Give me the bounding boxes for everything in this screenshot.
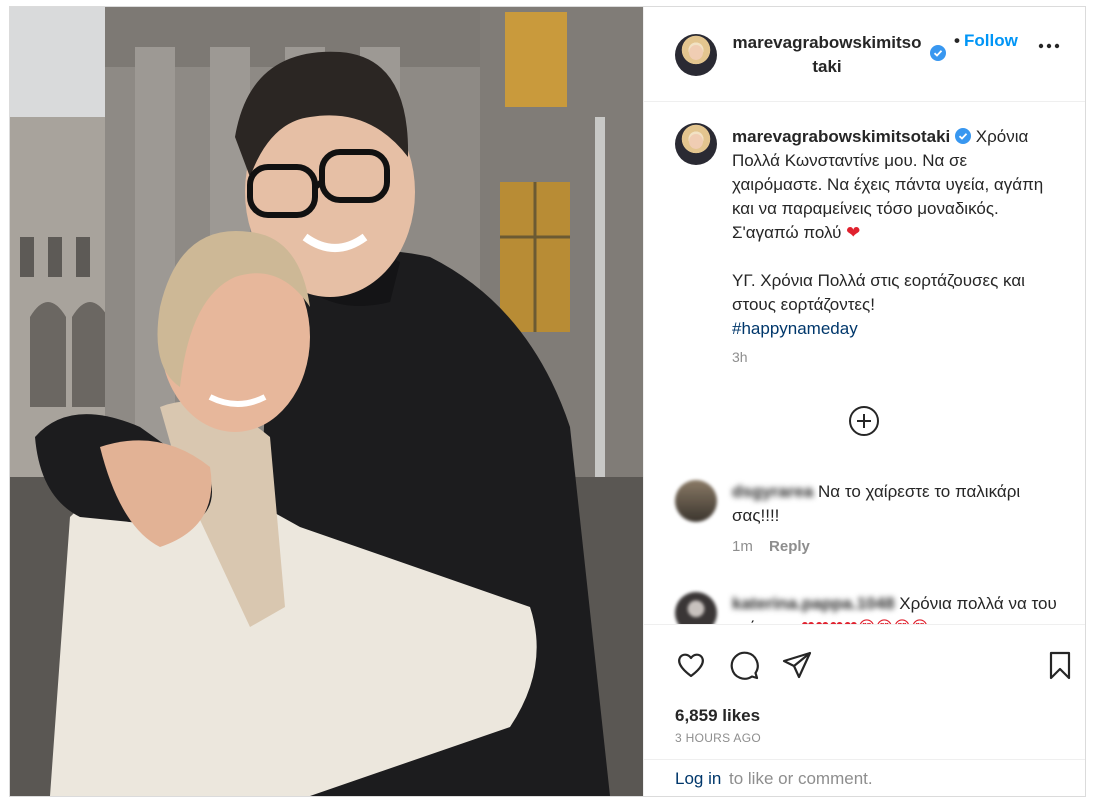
more-options-icon[interactable] [1036,33,1062,59]
author-username[interactable]: marevagrabowskimitsotaki [732,31,922,79]
comment-body: dsgyrarea Να το χαίρεστε το παλικάρι σας… [732,480,1062,528]
commenter-username[interactable]: katerina.pappa.1048 [732,594,895,613]
comment-icon[interactable] [728,649,760,681]
likes-count[interactable]: 6,859 likes [675,706,760,726]
caption-time: 3h [732,349,748,365]
post-photo-illustration [10,7,643,796]
post-actions: 6,859 likes 3 HOURS AGO Log in to like o… [644,624,1085,796]
heart-icon[interactable] [675,649,707,681]
heart-emoji: ❤ [846,223,861,242]
author-avatar[interactable] [675,34,717,76]
login-prompt-text: to like or comment. [729,769,873,788]
post-caption: marevagrabowskimitsotaki Χρόνια Πολλά Κω… [732,125,1062,367]
caption-ps: ΥΓ. Χρόνια Πολλά στις εορτάζουσες και στ… [732,271,1025,314]
caption-username[interactable]: marevagrabowskimitsotaki [732,127,950,146]
post-header: marevagrabowskimitsotaki • Follow [644,7,1085,102]
load-more-comments-icon[interactable] [848,405,880,437]
comment-body: katerina.pappa.1048 Χρόνια πολλά να του … [732,592,1062,624]
share-icon[interactable] [781,649,813,681]
post-side-panel: marevagrabowskimitsotaki • Follow mareva… [643,7,1085,796]
login-prompt: Log in to like or comment. [644,759,1085,796]
save-icon[interactable] [1044,649,1076,681]
commenter-avatar[interactable] [675,480,717,522]
verified-badge-icon [930,45,946,61]
follow-button[interactable]: Follow [964,31,1018,51]
separator-dot: • [954,31,960,50]
comments-scroll-area[interactable]: marevagrabowskimitsotaki Χρόνια Πολλά Κω… [644,102,1085,624]
comment-meta: 1m Reply [732,538,810,555]
caption-author-avatar[interactable] [675,123,717,165]
login-link[interactable]: Log in [675,769,721,789]
instagram-post-embed: marevagrabowskimitsotaki • Follow mareva… [9,6,1086,797]
post-photo[interactable] [10,7,643,796]
hashtag-link[interactable]: #happynameday [732,317,1062,341]
reply-button[interactable]: Reply [769,538,810,555]
commenter-avatar[interactable] [675,592,717,624]
post-timestamp: 3 HOURS AGO [675,731,761,745]
commenter-username[interactable]: dsgyrarea [732,482,813,501]
comment-time: 1m [732,538,753,555]
verified-badge-icon [955,128,971,144]
